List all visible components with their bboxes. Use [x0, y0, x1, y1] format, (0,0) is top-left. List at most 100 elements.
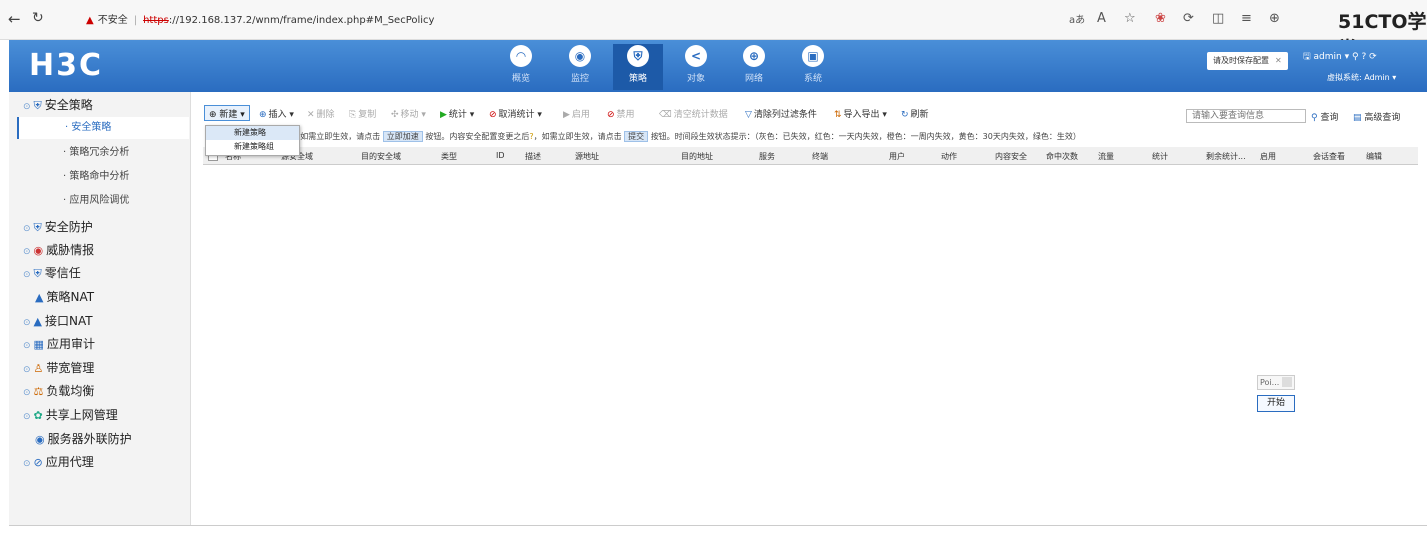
user-name[interactable]: admin — [1314, 52, 1342, 62]
sidebar-item-hit-analysis[interactable]: · 策略命中分析 — [17, 166, 189, 188]
expand-icon[interactable]: ⊙ — [23, 365, 31, 375]
enable-button[interactable]: ▶ 启用 — [563, 107, 590, 120]
import-export-button[interactable]: ⇅ 导入导出 ▾ — [834, 107, 887, 120]
url-scheme: https — [143, 15, 169, 26]
advanced-query-button[interactable]: ▤ 高级查询 — [1353, 110, 1400, 123]
grid-icon: ▦ — [33, 338, 44, 351]
col-edit[interactable]: 编辑 — [1366, 151, 1382, 162]
expand-icon[interactable]: ⊙ — [23, 459, 31, 469]
col-src-addr[interactable]: 源地址 — [575, 151, 599, 162]
col-type[interactable]: 类型 — [441, 151, 457, 162]
sidebar-group-protection[interactable]: ⊙ ⛨ 安全防护 — [23, 218, 93, 235]
expand-icon[interactable]: ⊙ — [23, 341, 31, 351]
sidebar-group-app-proxy[interactable]: ⊙ ⊘ 应用代理 — [23, 453, 94, 470]
save-icon[interactable]: 🖫 — [1303, 52, 1311, 62]
copilot-icon[interactable]: ⟳ — [1183, 11, 1194, 26]
share-icon: ✿ — [33, 409, 43, 422]
move-button[interactable]: ✣ 移动 ▾ — [391, 107, 426, 120]
col-hit-count[interactable]: 命中次数 — [1046, 151, 1078, 162]
sidebar-group-app-audit[interactable]: ⊙ ▦ 应用审计 — [23, 335, 95, 352]
nav-system[interactable]: ▣ 系统 — [788, 44, 838, 90]
col-desc[interactable]: 描述 — [525, 151, 541, 162]
nav-overview[interactable]: ◠ 概览 — [496, 44, 546, 90]
insert-button[interactable]: ⊕ 插入 ▾ — [259, 107, 294, 120]
copy-button[interactable]: ⎘ 复制 — [349, 107, 376, 120]
submit-button[interactable]: 提交 — [624, 131, 649, 142]
favorite-icon[interactable]: ☆ — [1124, 11, 1136, 26]
search-icon[interactable]: ⚲ — [1352, 52, 1359, 62]
nav-network[interactable]: ⊕ 网络 — [729, 44, 779, 90]
expand-icon[interactable]: ⊙ — [23, 270, 31, 280]
sidebar-item-risk-tuning[interactable]: · 应用风险调优 — [17, 190, 189, 212]
sidebar-group-bandwidth[interactable]: ⊙ ♙ 带宽管理 — [23, 359, 94, 376]
expand-icon[interactable]: ⊙ — [23, 318, 31, 328]
col-dst-zone[interactable]: 目的安全域 — [361, 151, 401, 162]
cancel-icon: ⊘ — [489, 110, 497, 120]
col-service[interactable]: 服务 — [759, 151, 775, 162]
sidebar-group-security-policy[interactable]: ⊙ ⛨ 安全策略 — [23, 96, 93, 113]
col-traffic[interactable]: 流量 — [1098, 151, 1114, 162]
new-button[interactable]: ⊕ 新建 ▾ — [204, 105, 250, 121]
nav-object[interactable]: < 对象 — [671, 44, 721, 90]
expand-icon[interactable]: ⊙ — [23, 412, 31, 422]
col-stats[interactable]: 统计 — [1152, 151, 1168, 162]
sidebar-item-security-policy[interactable]: · 安全策略 — [17, 117, 189, 139]
col-session-view[interactable]: 会话查看 — [1313, 151, 1345, 162]
read-aloud-icon[interactable]: aあ — [1069, 11, 1085, 26]
col-enable[interactable]: 启用 — [1260, 151, 1276, 162]
clear-stats-button[interactable]: ⌫ 清空统计数据 — [659, 107, 728, 120]
split-screen-icon[interactable]: ◫ — [1212, 11, 1224, 26]
expand-icon[interactable]: ⊙ — [23, 388, 31, 398]
nav-policy[interactable]: ⛨ 策略 — [613, 44, 663, 90]
accelerate-button[interactable]: 立即加速 — [382, 131, 423, 142]
favorites-icon[interactable]: ≡ — [1241, 11, 1252, 26]
sidebar-group-policy-nat[interactable]: ▲ 策略NAT — [35, 288, 94, 305]
expand-icon[interactable]: ⊙ — [23, 102, 31, 112]
floating-widget: Poi... 开始 — [1257, 375, 1295, 412]
cancel-stats-button[interactable]: ⊘ 取消统计 ▾ — [489, 107, 542, 120]
logout-icon[interactable]: ⟳ — [1369, 52, 1377, 62]
sidebar-group-zero-trust[interactable]: ⊙ ⛨ 零信任 — [23, 264, 81, 281]
sidebar-group-server-outbound[interactable]: ◉ 服务器外联防护 — [35, 430, 132, 447]
query-button[interactable]: ⚲ 查询 — [1311, 110, 1338, 123]
play-icon: ▶ — [440, 110, 447, 120]
disable-button[interactable]: ⊘ 禁用 — [607, 107, 635, 120]
widget-close-icon[interactable] — [1282, 377, 1292, 387]
user-area[interactable]: 🖫 admin ▾ ⚲ ? ⟳ — [1303, 49, 1377, 65]
col-user[interactable]: 用户 — [889, 151, 905, 162]
search-input[interactable] — [1186, 109, 1306, 123]
back-icon[interactable]: ← — [8, 10, 21, 28]
sidebar-group-shared-internet[interactable]: ⊙ ✿ 共享上网管理 — [23, 406, 118, 423]
refresh-icon[interactable]: ↻ — [32, 10, 44, 26]
col-action[interactable]: 动作 — [941, 151, 957, 162]
expand-icon[interactable]: ⊙ — [23, 247, 31, 257]
col-content-security[interactable]: 内容安全 — [995, 151, 1027, 162]
close-icon[interactable]: ✕ — [1275, 56, 1282, 65]
clear-filter-button[interactable]: ▽ 清除列过滤条件 — [745, 107, 817, 120]
address-bar[interactable]: ▲ 不安全 | https://192.168.137.2/wnm/frame/ind… — [86, 11, 434, 26]
col-remaining-stats[interactable]: 剩余统计... — [1206, 151, 1246, 162]
collections-icon[interactable]: ⊕ — [1269, 11, 1280, 26]
sidebar-item-redundancy[interactable]: · 策略冗余分析 — [17, 142, 189, 164]
save-config-prompt[interactable]: 请及时保存配置 ✕ — [1207, 52, 1288, 70]
col-id[interactable]: ID — [496, 151, 505, 160]
sidebar-group-load-balance[interactable]: ⊙ ⚖ 负载均衡 — [23, 382, 94, 399]
start-button[interactable]: 开始 — [1257, 395, 1295, 412]
refresh-button[interactable]: ↻ 刷新 — [901, 107, 929, 120]
sidebar-group-threat-intel[interactable]: ⊙ ◉ 威胁情报 — [23, 241, 94, 258]
col-dst-addr[interactable]: 目的地址 — [681, 151, 713, 162]
delete-button[interactable]: ✕ 删除 — [307, 107, 335, 120]
sidebar-group-interface-nat[interactable]: ⊙ ▲ 接口NAT — [23, 312, 93, 329]
menu-item-new-policy[interactable]: 新建策略 — [206, 126, 299, 140]
expand-icon[interactable]: ⊙ — [23, 224, 31, 234]
menu-item-new-policy-group[interactable]: 新建策略组 — [206, 140, 299, 154]
text-size-icon[interactable]: A — [1097, 11, 1106, 26]
extension-icon[interactable]: ❀ — [1155, 11, 1166, 26]
col-terminal[interactable]: 终端 — [812, 151, 828, 162]
stats-button[interactable]: ▶ 统计 ▾ — [440, 107, 474, 120]
nav-label: 监控 — [570, 74, 589, 84]
nav-monitor[interactable]: ◉ 监控 — [555, 44, 605, 90]
tip-part: ，如需立即生效，请点击 — [292, 132, 381, 141]
help-icon[interactable]: ? — [1361, 52, 1366, 62]
virtual-system-selector[interactable]: 虚拟系统: Admin ▾ — [1327, 72, 1396, 83]
